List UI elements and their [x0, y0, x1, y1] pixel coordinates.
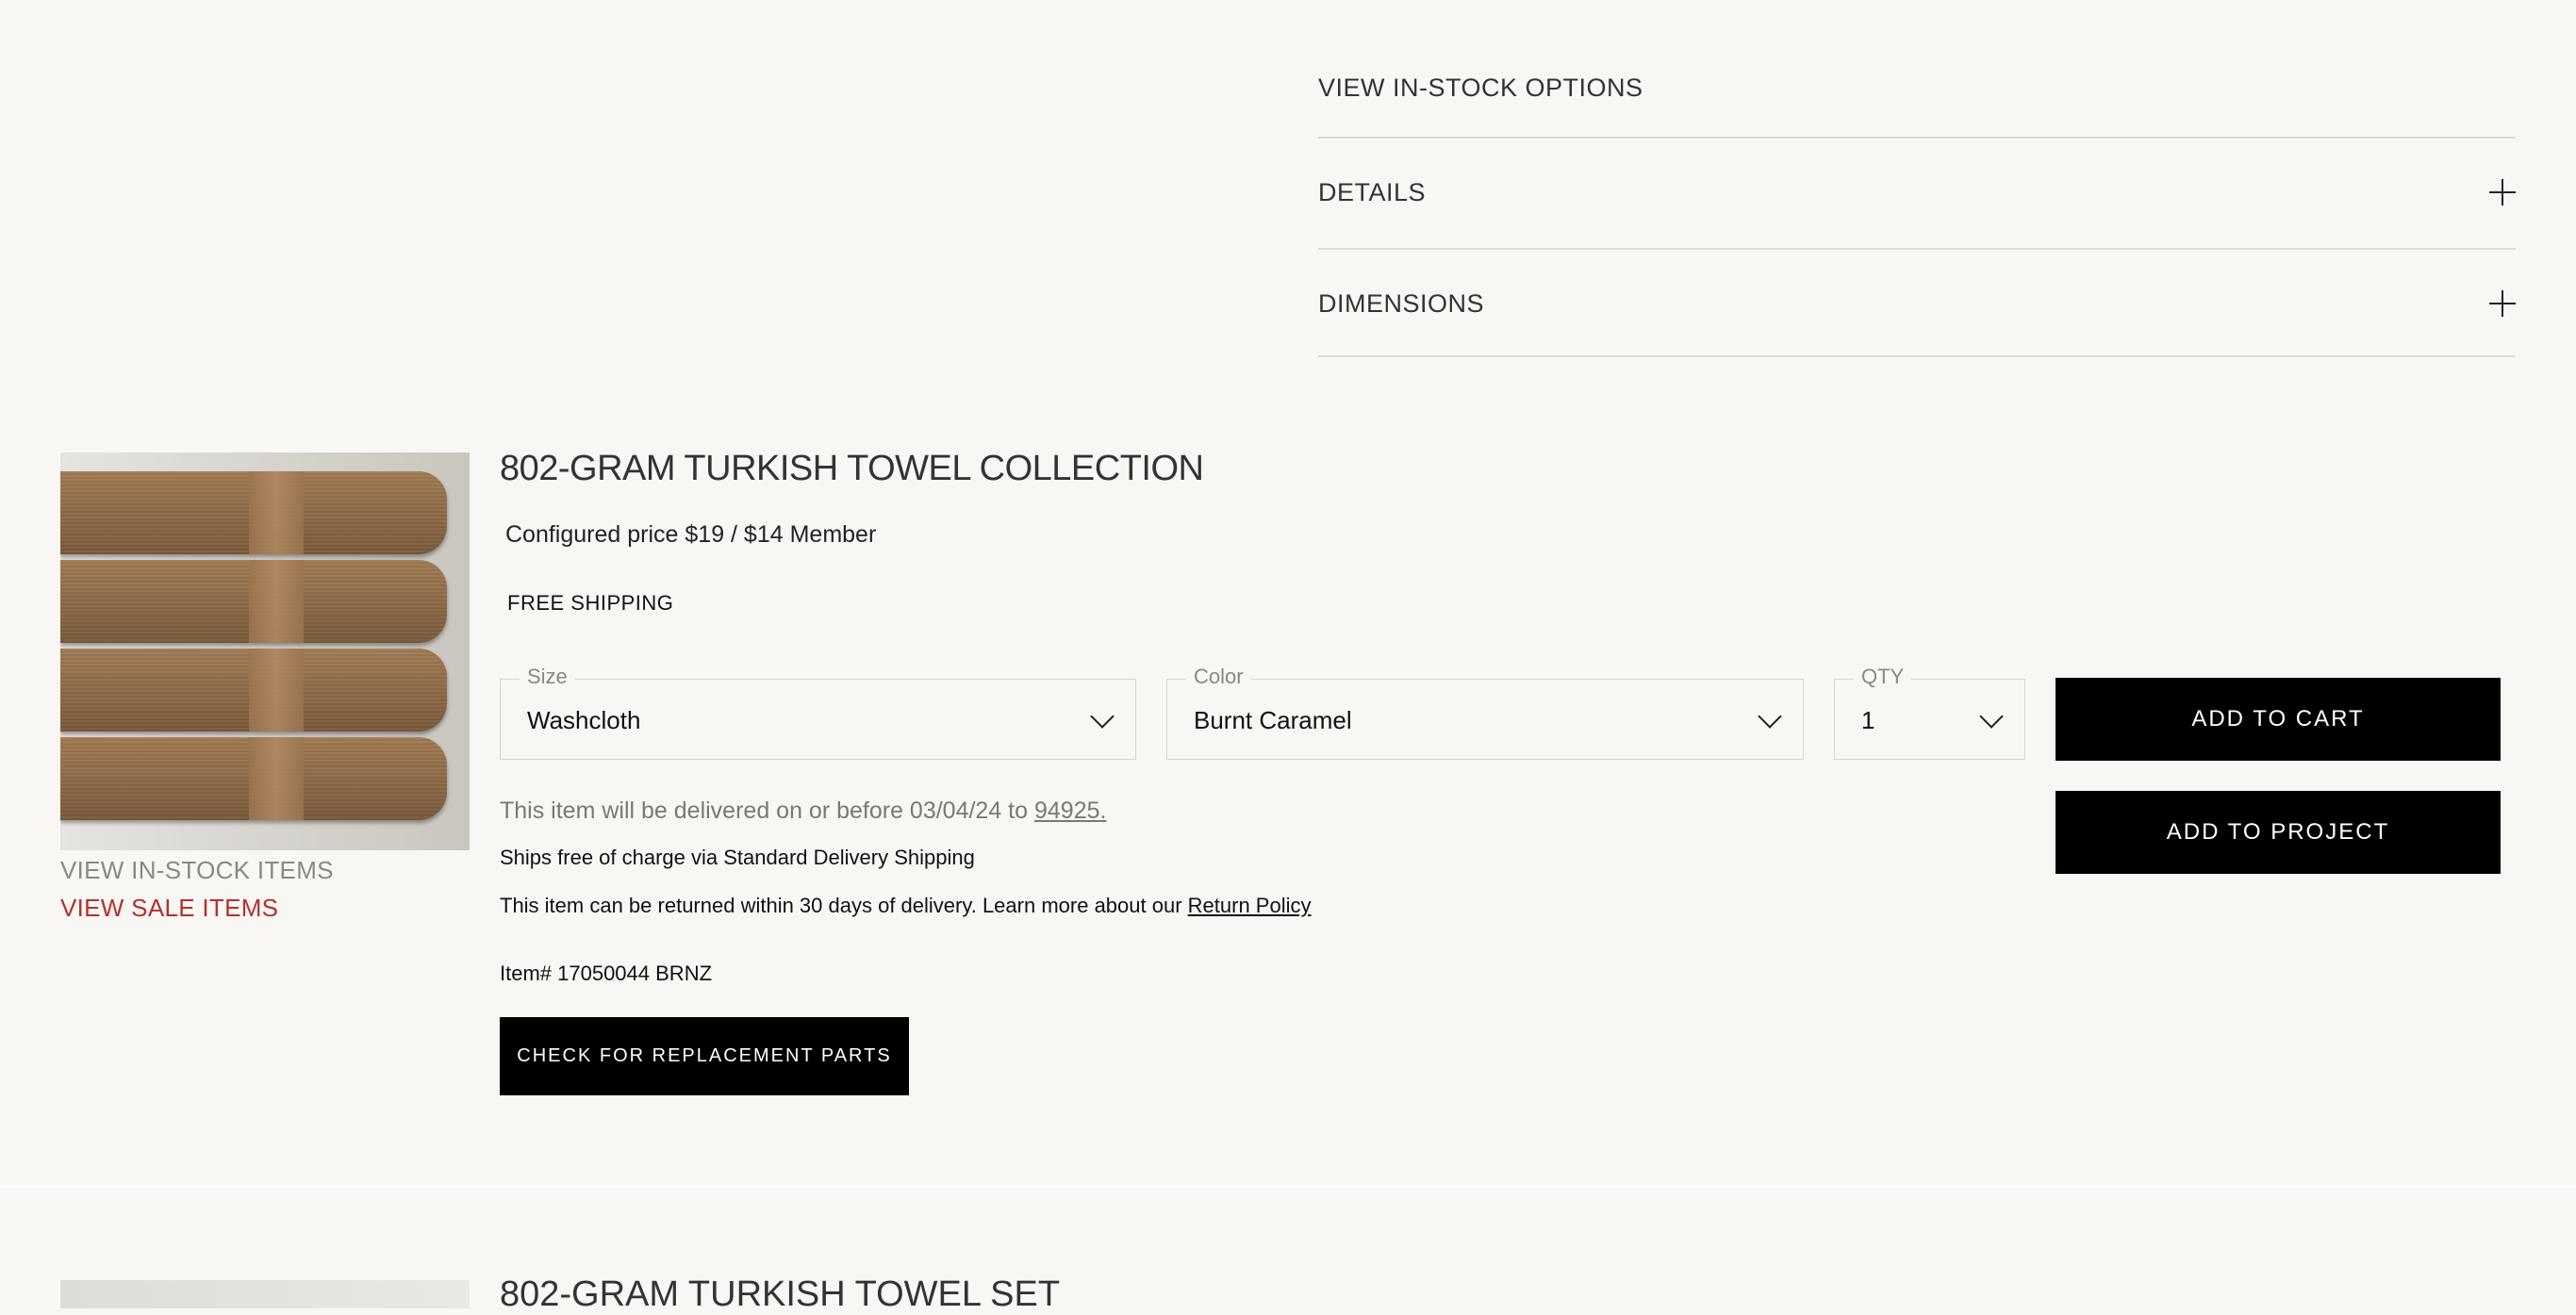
view-in-stock-options-link[interactable]: VIEW IN-STOCK OPTIONS — [1318, 74, 1643, 103]
color-legend: Color — [1186, 665, 1251, 689]
returns-text: This item can be returned within 30 days… — [500, 894, 1188, 917]
plus-icon[interactable] — [2489, 290, 2516, 317]
product-image[interactable] — [60, 452, 470, 850]
dimensions-label: DIMENSIONS — [1318, 288, 1485, 318]
shipping-info: Ships free of charge via Standard Delive… — [500, 846, 975, 869]
color-value: Burnt Caramel — [1194, 706, 1352, 734]
zip-code-link[interactable]: 94925. — [1034, 797, 1106, 824]
free-shipping-tag: FREE SHIPPING — [507, 591, 674, 615]
chevron-down-icon — [1090, 704, 1115, 729]
product-title: 802-GRAM TURKISH TOWEL COLLECTION — [500, 449, 1204, 488]
divider — [1318, 137, 2516, 139]
details-accordion[interactable]: DETAILS — [1318, 164, 2516, 221]
qty-value: 1 — [1861, 706, 1875, 734]
returns-info: This item can be returned within 30 days… — [500, 894, 1312, 918]
plus-icon[interactable] — [2489, 179, 2516, 205]
return-policy-link[interactable]: Return Policy — [1188, 894, 1312, 917]
add-to-cart-button[interactable]: ADD TO CART — [2056, 678, 2501, 761]
details-label: DETAILS — [1318, 177, 1427, 206]
delivery-info: This item will be delivered on or before… — [500, 797, 1106, 825]
view-sale-items-link[interactable]: VIEW SALE ITEMS — [60, 894, 278, 923]
product-image[interactable] — [60, 1280, 470, 1308]
product-price: Configured price $19 / $14 Member — [505, 521, 877, 548]
divider — [1318, 355, 2516, 357]
product-title: 802-GRAM TURKISH TOWEL SET — [500, 1274, 1061, 1314]
add-to-project-button[interactable]: ADD TO PROJECT — [2056, 791, 2501, 874]
size-select[interactable]: Size Washcloth — [500, 665, 1136, 760]
delivery-text: This item will be delivered on or before… — [500, 797, 1034, 824]
size-legend: Size — [520, 665, 575, 689]
size-value: Washcloth — [527, 706, 641, 734]
check-replacement-parts-button[interactable]: CHECK FOR REPLACEMENT PARTS — [500, 1017, 909, 1095]
qty-select[interactable]: QTY 1 — [1834, 665, 2025, 760]
view-in-stock-items-link[interactable]: VIEW IN-STOCK ITEMS — [60, 856, 334, 885]
section-divider — [0, 1185, 2576, 1188]
chevron-down-icon — [1758, 704, 1782, 729]
item-number: Item# 17050044 BRNZ — [500, 962, 713, 985]
qty-legend: QTY — [1854, 665, 1912, 689]
dimensions-accordion[interactable]: DIMENSIONS — [1318, 275, 2516, 332]
divider — [1318, 248, 2516, 250]
chevron-down-icon — [1979, 704, 2004, 729]
color-select[interactable]: Color Burnt Caramel — [1166, 665, 1804, 760]
